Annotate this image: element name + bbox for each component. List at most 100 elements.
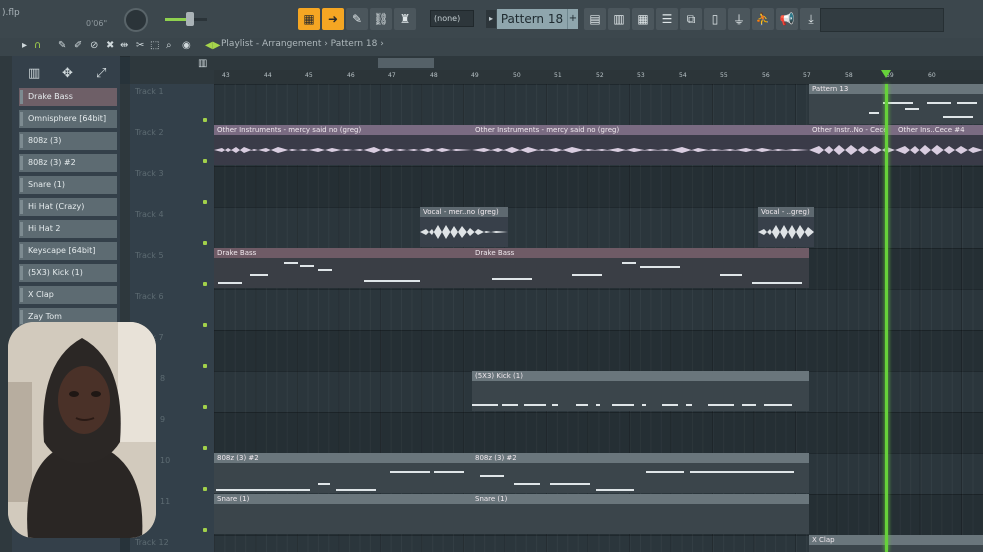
piano-icon[interactable]: ▥ bbox=[28, 66, 40, 81]
delete-tool-icon[interactable]: ✖ bbox=[106, 40, 114, 51]
track-label[interactable]: Track 12 bbox=[135, 538, 169, 547]
audio-clip[interactable]: Other Instruments - mercy said no (greg) bbox=[214, 125, 472, 165]
waveform bbox=[420, 225, 508, 239]
playhead-marker[interactable] bbox=[881, 70, 891, 78]
audio-clip[interactable]: Other Instr..No - Cece bbox=[809, 125, 895, 165]
picker-item[interactable]: Drake Bass bbox=[19, 88, 117, 106]
clip-title: Drake Bass bbox=[214, 248, 472, 258]
plugin-icon[interactable]: ⧉ bbox=[680, 8, 702, 30]
note bbox=[720, 274, 742, 276]
pencil-icon[interactable]: ✎ bbox=[58, 40, 66, 51]
master-pitch-slider-fill bbox=[165, 18, 187, 21]
pattern-clip[interactable]: (5X3) Kick (1) bbox=[472, 371, 809, 411]
webcam-person bbox=[8, 322, 156, 538]
picker-item[interactable]: Hi Hat 2 bbox=[19, 220, 117, 238]
track-label[interactable]: 9 bbox=[160, 415, 165, 424]
menu-arrow-icon[interactable]: ▸ bbox=[22, 40, 27, 51]
picker-item[interactable]: (5X3) Kick (1) bbox=[19, 264, 117, 282]
person-icon[interactable]: ⛹ bbox=[752, 8, 774, 30]
audio-clip[interactable]: Vocal - mer..no (greg) bbox=[420, 207, 508, 247]
track-label[interactable]: 10 bbox=[160, 456, 170, 465]
mixer-icon[interactable]: ☰ bbox=[656, 8, 678, 30]
snap-arrow-icon[interactable]: ➜ bbox=[322, 8, 344, 30]
snap-select[interactable]: (none) bbox=[430, 10, 474, 27]
audio-clip[interactable]: Vocal - ..greg) bbox=[758, 207, 814, 247]
piano-small-icon[interactable]: ▥ bbox=[198, 58, 207, 69]
slip-tool-icon[interactable]: ⇹ bbox=[120, 40, 128, 51]
track-label[interactable]: Track 3 bbox=[135, 169, 164, 178]
track-label[interactable]: Track 5 bbox=[135, 251, 164, 260]
stamp-icon[interactable]: ♜ bbox=[394, 8, 416, 30]
bar-number: 44 bbox=[264, 72, 272, 79]
pattern-clip[interactable]: Drake Bass bbox=[472, 248, 809, 288]
picker-item[interactable]: Hi Hat (Crazy) bbox=[19, 198, 117, 216]
browser-icon[interactable]: ▯ bbox=[704, 8, 726, 30]
picker-item[interactable]: Omnisphere [64bit] bbox=[19, 110, 117, 128]
playback-tool-icon[interactable]: ◉ bbox=[182, 40, 191, 51]
track-label[interactable]: 8 bbox=[160, 374, 165, 383]
pattern-grid-icon[interactable]: ✥ bbox=[62, 66, 73, 81]
loop-region[interactable] bbox=[378, 58, 434, 68]
picker-item[interactable]: 808z (3) #2 bbox=[19, 154, 117, 172]
automation-icon[interactable]: ⤢ bbox=[96, 66, 106, 81]
pattern-clip[interactable]: X Clap bbox=[809, 535, 983, 552]
export-icon[interactable]: ⤓ bbox=[800, 8, 822, 30]
piano-roll-icon[interactable]: ▥ bbox=[608, 8, 630, 30]
pattern-clip[interactable]: 808z (3) #2 bbox=[472, 453, 809, 493]
track-mute-led[interactable] bbox=[203, 364, 207, 368]
pattern-song-toggle-icon[interactable]: ▦ bbox=[298, 8, 320, 30]
pattern-clip[interactable]: Pattern 13 bbox=[809, 84, 983, 124]
audio-clip[interactable]: Other Ins..Cece #4 bbox=[895, 125, 983, 165]
slice-tool-icon[interactable]: ✂ bbox=[136, 40, 144, 51]
track-mute-led[interactable] bbox=[203, 282, 207, 286]
pattern-clip[interactable]: Drake Bass bbox=[214, 248, 472, 288]
pattern-selector[interactable]: Pattern 18 bbox=[497, 9, 567, 29]
brush-icon[interactable]: ✐ bbox=[74, 40, 82, 51]
audio-clip[interactable]: Other Instruments - mercy said no (greg) bbox=[472, 125, 809, 165]
pattern-clip[interactable]: 808z (3) #2 bbox=[214, 453, 472, 493]
zoom-tool-icon[interactable]: ⌕ bbox=[166, 40, 172, 51]
select-tool-icon[interactable]: ⬚ bbox=[150, 40, 159, 51]
draw-tool-icon[interactable]: ✎ bbox=[346, 8, 368, 30]
master-volume-knob[interactable] bbox=[124, 8, 148, 32]
bar-number: 56 bbox=[762, 72, 770, 79]
track-mute-led[interactable] bbox=[203, 118, 207, 122]
playlist-grid[interactable]: Pattern 13 Other Instruments - mercy sai… bbox=[214, 84, 983, 552]
track-mute-led[interactable] bbox=[203, 487, 207, 491]
add-pattern-button[interactable]: + bbox=[567, 9, 578, 29]
track-mute-led[interactable] bbox=[203, 159, 207, 163]
master-pitch-slider-thumb[interactable] bbox=[186, 12, 194, 26]
track-mute-led[interactable] bbox=[203, 241, 207, 245]
picker-item[interactable]: 808z (3) bbox=[19, 132, 117, 150]
note bbox=[472, 404, 498, 406]
track-mute-led[interactable] bbox=[203, 200, 207, 204]
track-label[interactable]: Track 4 bbox=[135, 210, 164, 219]
megaphone-icon[interactable]: 📢 bbox=[776, 8, 798, 30]
playhead[interactable] bbox=[885, 84, 888, 552]
plug-icon[interactable]: ⏚ bbox=[728, 8, 750, 30]
channel-rack-icon[interactable]: ▦ bbox=[632, 8, 654, 30]
playlist-window-icon[interactable]: ▤ bbox=[584, 8, 606, 30]
track-mute-led[interactable] bbox=[203, 323, 207, 327]
mute-tool-icon[interactable]: ⊘ bbox=[90, 40, 98, 51]
link-icon[interactable]: ⛓ bbox=[370, 8, 392, 30]
track-mute-led[interactable] bbox=[203, 446, 207, 450]
track-label[interactable]: Track 2 bbox=[135, 128, 164, 137]
track-label[interactable]: Track 1 bbox=[135, 87, 164, 96]
track-label[interactable]: Track 6 bbox=[135, 292, 164, 301]
project-filename: ).flp bbox=[2, 8, 20, 18]
picker-item[interactable]: X Clap bbox=[19, 286, 117, 304]
clip-title: Other Instr..No - Cece bbox=[809, 125, 895, 135]
track-mute-led[interactable] bbox=[203, 405, 207, 409]
track-label[interactable]: 11 bbox=[160, 497, 170, 506]
magnet-icon[interactable]: ∩ bbox=[34, 40, 41, 51]
note bbox=[434, 471, 464, 473]
pattern-clip[interactable]: Snare (1) bbox=[214, 494, 472, 534]
track-mute-led[interactable] bbox=[203, 528, 207, 532]
pattern-clip[interactable]: Snare (1) bbox=[472, 494, 809, 534]
time-marker-lane[interactable] bbox=[214, 56, 983, 70]
picker-scrollbar[interactable] bbox=[120, 84, 130, 324]
picker-item[interactable]: Snare (1) bbox=[19, 176, 117, 194]
picker-item[interactable]: Keyscape [64bit] bbox=[19, 242, 117, 260]
pattern-arrow-icon[interactable]: ▸ bbox=[486, 10, 496, 28]
